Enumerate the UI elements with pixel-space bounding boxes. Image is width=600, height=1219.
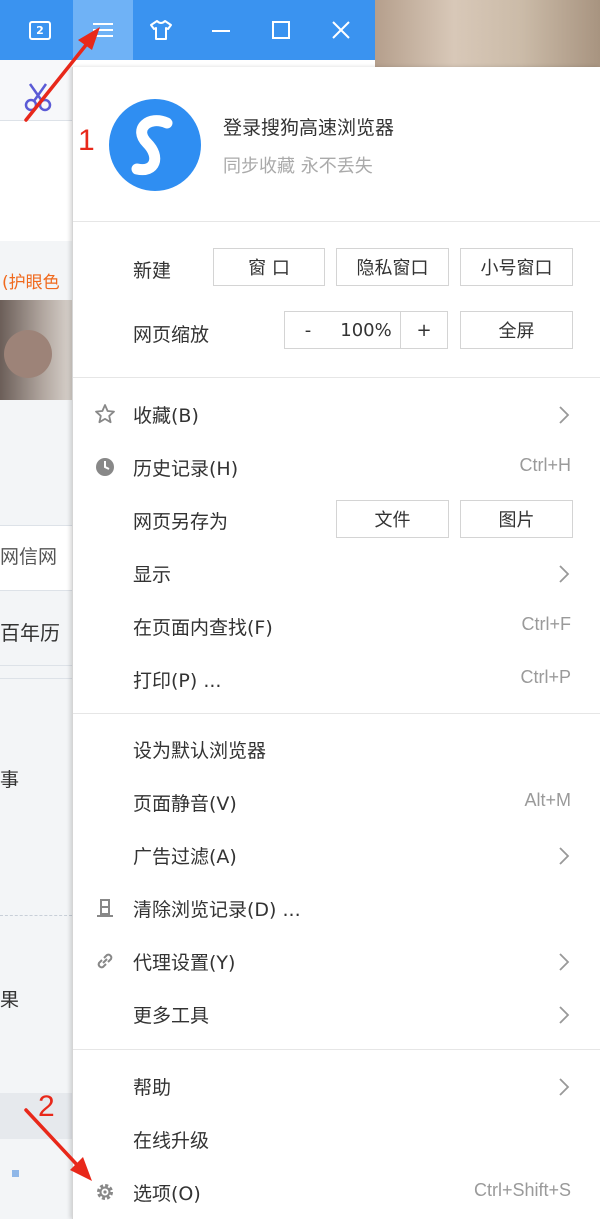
menu-item-find[interactable]: 在页面内查找(F) Ctrl+F [73,599,600,652]
new-label: 新建 [133,260,172,282]
close-icon [332,21,350,39]
menu-item-mute[interactable]: 页面静音(V) Alt+M [73,775,600,828]
bg-thumbnail [0,300,72,400]
annotation-step-1: 1 [78,124,95,157]
default-browser-label: 设为默认浏览器 [133,740,267,762]
star-icon [93,402,117,426]
sogou-logo-icon [109,99,201,191]
zoom-label: 网页缩放 [133,324,210,346]
main-menu-button[interactable] [73,0,133,60]
new-small-window-button[interactable]: 小号窗口 [460,248,573,286]
new-private-window-button[interactable]: 隐私窗口 [336,248,449,286]
skin-button[interactable] [131,0,191,60]
save-as-image-button[interactable]: 图片 [460,500,573,538]
menu-item-more-tools[interactable]: 更多工具 [73,987,600,1040]
hamburger-menu-icon [93,23,113,37]
menu-item-options[interactable]: 选项(O) Ctrl+Shift+S [73,1165,600,1218]
gear-icon [93,1180,117,1204]
bg-text-eye-mode: (护眼色 [2,273,60,293]
fullscreen-button[interactable]: 全屏 [460,311,573,349]
chevron-right-icon [559,1078,570,1096]
zoom-out-button[interactable]: - [284,311,332,349]
link-icon [93,949,117,973]
print-shortcut: Ctrl+P [520,667,571,687]
menu-item-help[interactable]: 帮助 [73,1059,600,1112]
display-label: 显示 [133,564,172,586]
clock-icon [93,455,117,479]
menu-item-proxy[interactable]: 代理设置(Y) [73,934,600,987]
options-label: 选项(O) [133,1183,201,1205]
login-subtitle: 同步收藏 永不丢失 [223,156,373,177]
maximize-button[interactable] [251,0,311,60]
mute-label: 页面静音(V) [133,793,237,815]
more-tools-label: 更多工具 [133,1005,210,1027]
chevron-right-icon [559,847,570,865]
zoom-in-button[interactable]: + [400,311,448,349]
tab-count-badge: 2 [29,20,51,40]
menu-item-upgrade[interactable]: 在线升级 [73,1112,600,1165]
menu-item-default-browser[interactable]: 设为默认浏览器 [73,722,600,775]
options-shortcut: Ctrl+Shift+S [473,1180,571,1200]
chevron-right-icon [559,565,570,583]
print-label: 打印(P) ... [133,670,222,692]
background-webpage: (护眼色 网信网 百年历 事 果 [0,60,72,1219]
menu-item-display[interactable]: 显示 [73,546,600,599]
save-as-file-button[interactable]: 文件 [336,500,449,538]
skin-background-photo [375,0,600,67]
menu-item-adblock[interactable]: 广告过滤(A) [73,828,600,881]
tab-count-button[interactable]: 2 [10,0,70,60]
menu-item-history[interactable]: 历史记录(H) Ctrl+H [73,440,600,493]
minimize-button[interactable] [191,0,251,60]
bg-text-fragment2: 果 [0,989,20,1011]
tshirt-skin-icon [150,20,172,40]
history-shortcut: Ctrl+H [519,455,571,475]
zoom-value: 100% [331,311,401,349]
proxy-label: 代理设置(Y) [133,952,236,974]
chevron-right-icon [559,953,570,971]
main-dropdown-menu: 登录搜狗高速浏览器 同步收藏 永不丢失 新建 窗 口 隐私窗口 小号窗口 网页缩… [72,67,600,1219]
bookmarks-label: 收藏(B) [133,405,199,427]
minimize-icon [212,30,230,32]
save-as-label: 网页另存为 [133,511,229,533]
clear-history-label: 清除浏览记录(D) ... [133,899,301,921]
menu-item-print[interactable]: 打印(P) ... Ctrl+P [73,652,600,705]
menu-item-clear-history[interactable]: 清除浏览记录(D) ... [73,881,600,934]
find-shortcut: Ctrl+F [521,614,572,634]
login-title[interactable]: 登录搜狗高速浏览器 [223,113,394,140]
toolbar-strip [0,60,72,120]
close-button[interactable] [311,0,371,60]
bg-text-netease: 网信网 [0,546,58,568]
scissors-icon [24,83,52,112]
help-label: 帮助 [133,1077,172,1099]
chevron-right-icon [559,406,570,424]
menu-item-bookmarks[interactable]: 收藏(B) [73,387,600,440]
chevron-right-icon [559,1006,570,1024]
history-label: 历史记录(H) [133,458,239,480]
find-label: 在页面内查找(F) [133,617,273,639]
bg-text-fragment1: 事 [0,769,20,791]
mute-shortcut: Alt+M [524,790,571,810]
adblock-label: 广告过滤(A) [133,846,237,868]
upgrade-label: 在线升级 [133,1130,210,1152]
eraser-icon [93,896,117,920]
annotation-step-2: 2 [38,1090,55,1123]
maximize-icon [272,21,290,39]
new-window-button[interactable]: 窗 口 [213,248,325,286]
browser-titlebar: 2 [0,0,375,60]
bg-text-calendar: 百年历 [0,621,60,645]
